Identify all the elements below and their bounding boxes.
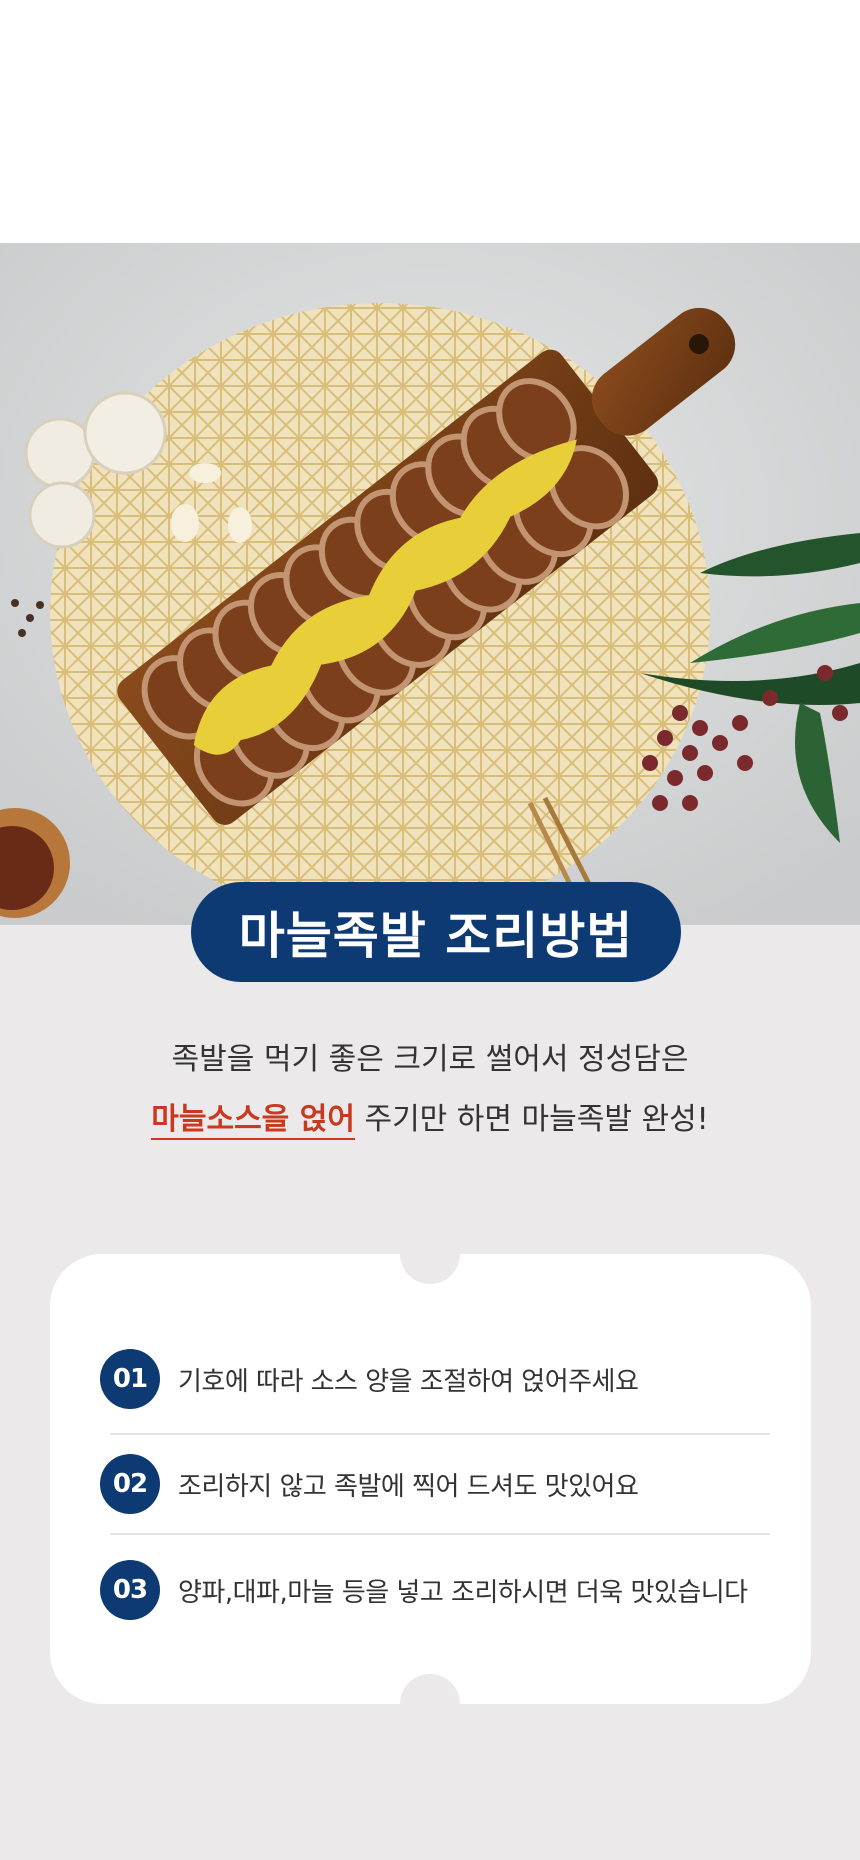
step-item: 01 기호에 따라 소스 양을 조절하여 얹어주세요 [100, 1349, 760, 1409]
description-highlight: 마늘소스을 얹어 [151, 1102, 355, 1140]
garlic-jokbal-photo [0, 243, 860, 925]
divider [110, 1433, 770, 1435]
step-item: 02 조리하지 않고 족발에 찍어 드셔도 맛있어요 [100, 1454, 760, 1514]
card-notch-top [400, 1224, 460, 1284]
step-item: 03 양파,대파,마늘 등을 넣고 조리하시면 더욱 맛있습니다 [100, 1560, 760, 1620]
step-number-badge: 03 [100, 1560, 160, 1620]
description-line-1: 족발을 먹기 좋은 크기로 썰어서 정성담은 [171, 1042, 689, 1077]
description-line-2: 마늘소스을 얹어 주기만 하면 마늘족발 완성! [0, 1090, 860, 1150]
step-number-badge: 01 [100, 1349, 160, 1409]
step-number-badge: 02 [100, 1454, 160, 1514]
divider [110, 1533, 770, 1535]
page-title: 마늘족발 조리방법 [191, 882, 681, 982]
description: 족발을 먹기 좋은 크기로 썰어서 정성담은 마늘소스을 얹어 주기만 하면 마… [0, 1030, 860, 1150]
step-text: 조리하지 않고 족발에 찍어 드셔도 맛있어요 [178, 1471, 639, 1502]
steps-card: 01 기호에 따라 소스 양을 조절하여 얹어주세요 02 조리하지 않고 족발… [50, 1224, 811, 1734]
step-text: 기호에 따라 소스 양을 조절하여 얹어주세요 [178, 1366, 639, 1397]
step-text: 양파,대파,마늘 등을 넣고 조리하시면 더욱 맛있습니다 [178, 1577, 748, 1608]
top-whitespace [0, 0, 860, 243]
card-notch-bottom [400, 1674, 460, 1734]
description-line-2-rest: 주기만 하면 마늘족발 완성! [354, 1102, 709, 1137]
